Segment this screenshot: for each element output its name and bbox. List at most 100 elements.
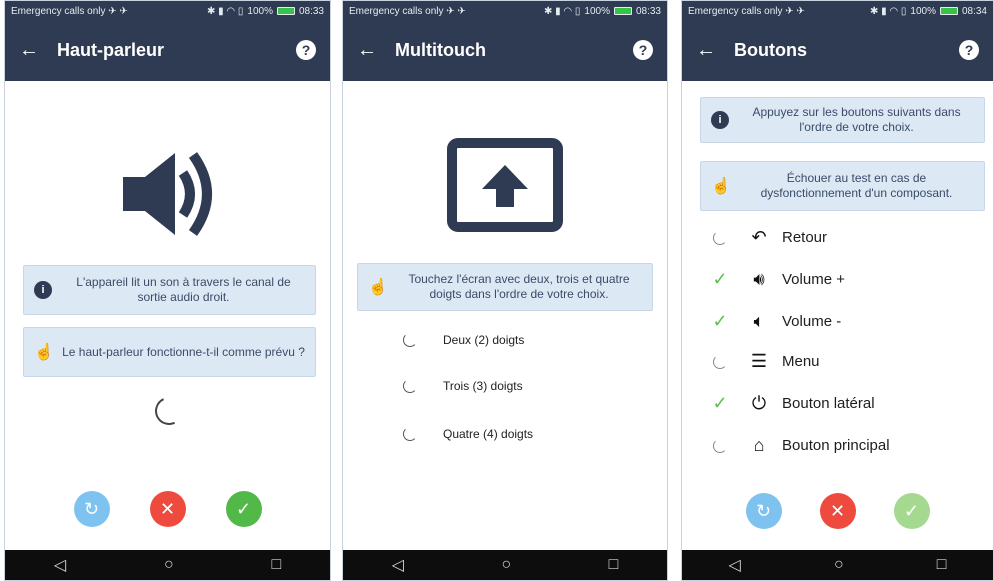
loading-spinner-icon <box>151 393 187 429</box>
info-text: Appuyez sur les boutons suivants dans l'… <box>752 105 961 134</box>
system-nav-bar: ◁ ○ □ <box>5 550 330 580</box>
pass-button[interactable]: ✓ <box>893 493 930 529</box>
hand-pointer-icon: ☝ <box>711 177 731 195</box>
fail-hint-text: Échouer au test en cas de dysfonctionnem… <box>760 171 953 200</box>
button-row-back: ↶ Retour <box>710 227 827 248</box>
check-icon: ✓ <box>712 311 728 331</box>
signal-icons: ✱ ▮ ◠ ▯ <box>206 5 244 17</box>
button-label: Retour <box>782 229 828 246</box>
battery-percent: 100% <box>910 5 936 17</box>
nav-home-icon[interactable]: ○ <box>834 556 844 574</box>
nav-back-icon[interactable]: ◁ <box>54 555 66 575</box>
clock: 08:33 <box>635 5 661 17</box>
info-card: i L'appareil lit un son à travers le can… <box>23 265 316 315</box>
clock: 08:33 <box>298 5 324 17</box>
button-label: Volume + <box>782 271 845 288</box>
signal-icons: ✱ ▮ ◠ ▯ <box>869 5 907 17</box>
check-icon: ✓ <box>712 269 728 289</box>
close-icon: ✕ <box>159 498 176 519</box>
retry-button[interactable]: ↻ <box>73 491 110 527</box>
help-icon[interactable]: ? <box>633 40 653 60</box>
button-row-power: ✓ ⏻ Bouton latéral <box>710 393 875 414</box>
option-label: Deux (2) doigts <box>443 333 525 347</box>
nav-back-icon[interactable]: ◁ <box>729 555 741 575</box>
info-icon: i <box>711 111 729 129</box>
button-label: Bouton latéral <box>782 395 875 412</box>
check-icon: ✓ <box>712 393 728 413</box>
option-row: Trois (3) doigts <box>403 379 523 393</box>
fail-button[interactable]: ✕ <box>819 493 856 529</box>
info-card: ☝ Touchez l'écran avec deux, trois et qu… <box>357 263 653 311</box>
retry-icon: ↻ <box>83 498 100 519</box>
status-bar: Emergency calls only ✈ ✈ ✱ ▮ ◠ ▯ 100% 08… <box>343 1 667 21</box>
page-title: Boutons <box>734 39 807 60</box>
power-icon: ⏻ <box>751 393 767 413</box>
retry-button[interactable]: ↻ <box>745 493 782 529</box>
system-nav-bar: ◁ ○ □ <box>682 550 993 580</box>
battery-icon <box>276 7 295 15</box>
back-arrow-icon: ↶ <box>751 227 767 247</box>
phone-screen-buttons: Emergency calls only ✈ ✈ ✱ ▮ ◠ ▯ 100% 08… <box>681 0 994 581</box>
system-nav-bar: ◁ ○ □ <box>343 550 667 580</box>
status-bar: Emergency calls only ✈ ✈ ✱ ▮ ◠ ▯ 100% 08… <box>682 1 993 21</box>
nav-recents-icon[interactable]: □ <box>609 556 619 574</box>
back-arrow-icon[interactable]: ← <box>19 39 57 62</box>
speaker-icon <box>123 152 212 236</box>
hand-pointer-icon: ☝ <box>368 278 388 296</box>
pending-spinner-icon <box>403 333 417 347</box>
nav-recents-icon[interactable]: □ <box>271 556 281 574</box>
button-row-home: ⌂ Bouton principal <box>710 435 890 456</box>
help-icon[interactable]: ? <box>296 40 316 60</box>
fail-button[interactable]: ✕ <box>149 491 186 527</box>
question-text: Le haut-parleur fonctionne-t-il comme pr… <box>62 344 305 359</box>
info-text: Touchez l'écran avec deux, trois et quat… <box>408 272 630 301</box>
page-title: Multitouch <box>395 39 486 60</box>
app-bar: ← Haut-parleur ? <box>5 19 330 81</box>
battery-percent: 100% <box>584 5 610 17</box>
action-buttons: ↻ ✕ ✓ <box>5 491 330 527</box>
button-label: Volume - <box>782 313 842 330</box>
check-icon: ✓ <box>235 498 252 519</box>
nav-back-icon[interactable]: ◁ <box>392 555 404 575</box>
option-row: Quatre (4) doigts <box>403 427 533 441</box>
back-arrow-icon[interactable]: ← <box>696 39 734 62</box>
battery-percent: 100% <box>247 5 273 17</box>
phone-screen-multitouch: Emergency calls only ✈ ✈ ✱ ▮ ◠ ▯ 100% 08… <box>342 0 668 581</box>
app-bar: ← Multitouch ? <box>343 19 667 81</box>
close-icon: ✕ <box>829 500 846 521</box>
nav-home-icon[interactable]: ○ <box>501 556 511 574</box>
help-icon[interactable]: ? <box>959 40 979 60</box>
pending-spinner-icon <box>403 427 417 441</box>
clock: 08:34 <box>961 5 987 17</box>
info-icon: i <box>34 281 52 299</box>
volume-down-icon: 🔈︎ <box>753 311 765 331</box>
status-bar: Emergency calls only ✈ ✈ ✱ ▮ ◠ ▯ 100% 08… <box>5 1 330 21</box>
info-card: i Appuyez sur les boutons suivants dans … <box>700 97 985 143</box>
action-buttons: ↻ ✕ ✓ <box>682 493 993 529</box>
nav-home-icon[interactable]: ○ <box>164 556 174 574</box>
retry-icon: ↻ <box>755 500 772 521</box>
page-title: Haut-parleur <box>57 39 165 60</box>
app-bar: ← Boutons ? <box>682 19 993 81</box>
battery-icon <box>939 7 958 15</box>
fail-hint-card: ☝ Échouer au test en cas de dysfonctionn… <box>700 161 985 211</box>
pending-spinner-icon <box>713 354 727 369</box>
pending-spinner-icon <box>713 230 727 245</box>
nav-recents-icon[interactable]: □ <box>937 556 947 574</box>
option-label: Trois (3) doigts <box>443 379 523 393</box>
touch-screen-icon <box>447 138 563 232</box>
main-content: i L'appareil lit un son à travers le can… <box>5 83 330 550</box>
carrier-text: Emergency calls only ✈ ✈ <box>349 5 466 17</box>
pass-button[interactable]: ✓ <box>225 491 262 527</box>
button-row-menu: ☰ Menu <box>710 351 820 372</box>
home-icon: ⌂ <box>753 435 765 455</box>
question-card: ☝ Le haut-parleur fonctionne-t-il comme … <box>23 327 316 377</box>
button-label: Bouton principal <box>782 437 890 454</box>
button-row-volume-up: ✓ 🔊︎ Volume + <box>710 269 845 290</box>
main-content: i Appuyez sur les boutons suivants dans … <box>682 83 993 550</box>
carrier-text: Emergency calls only ✈ ✈ <box>11 5 128 17</box>
option-label: Quatre (4) doigts <box>443 427 534 441</box>
back-arrow-icon[interactable]: ← <box>357 39 395 62</box>
phone-screen-speaker: Emergency calls only ✈ ✈ ✱ ▮ ◠ ▯ 100% 08… <box>4 0 331 581</box>
pending-spinner-icon <box>713 438 727 453</box>
